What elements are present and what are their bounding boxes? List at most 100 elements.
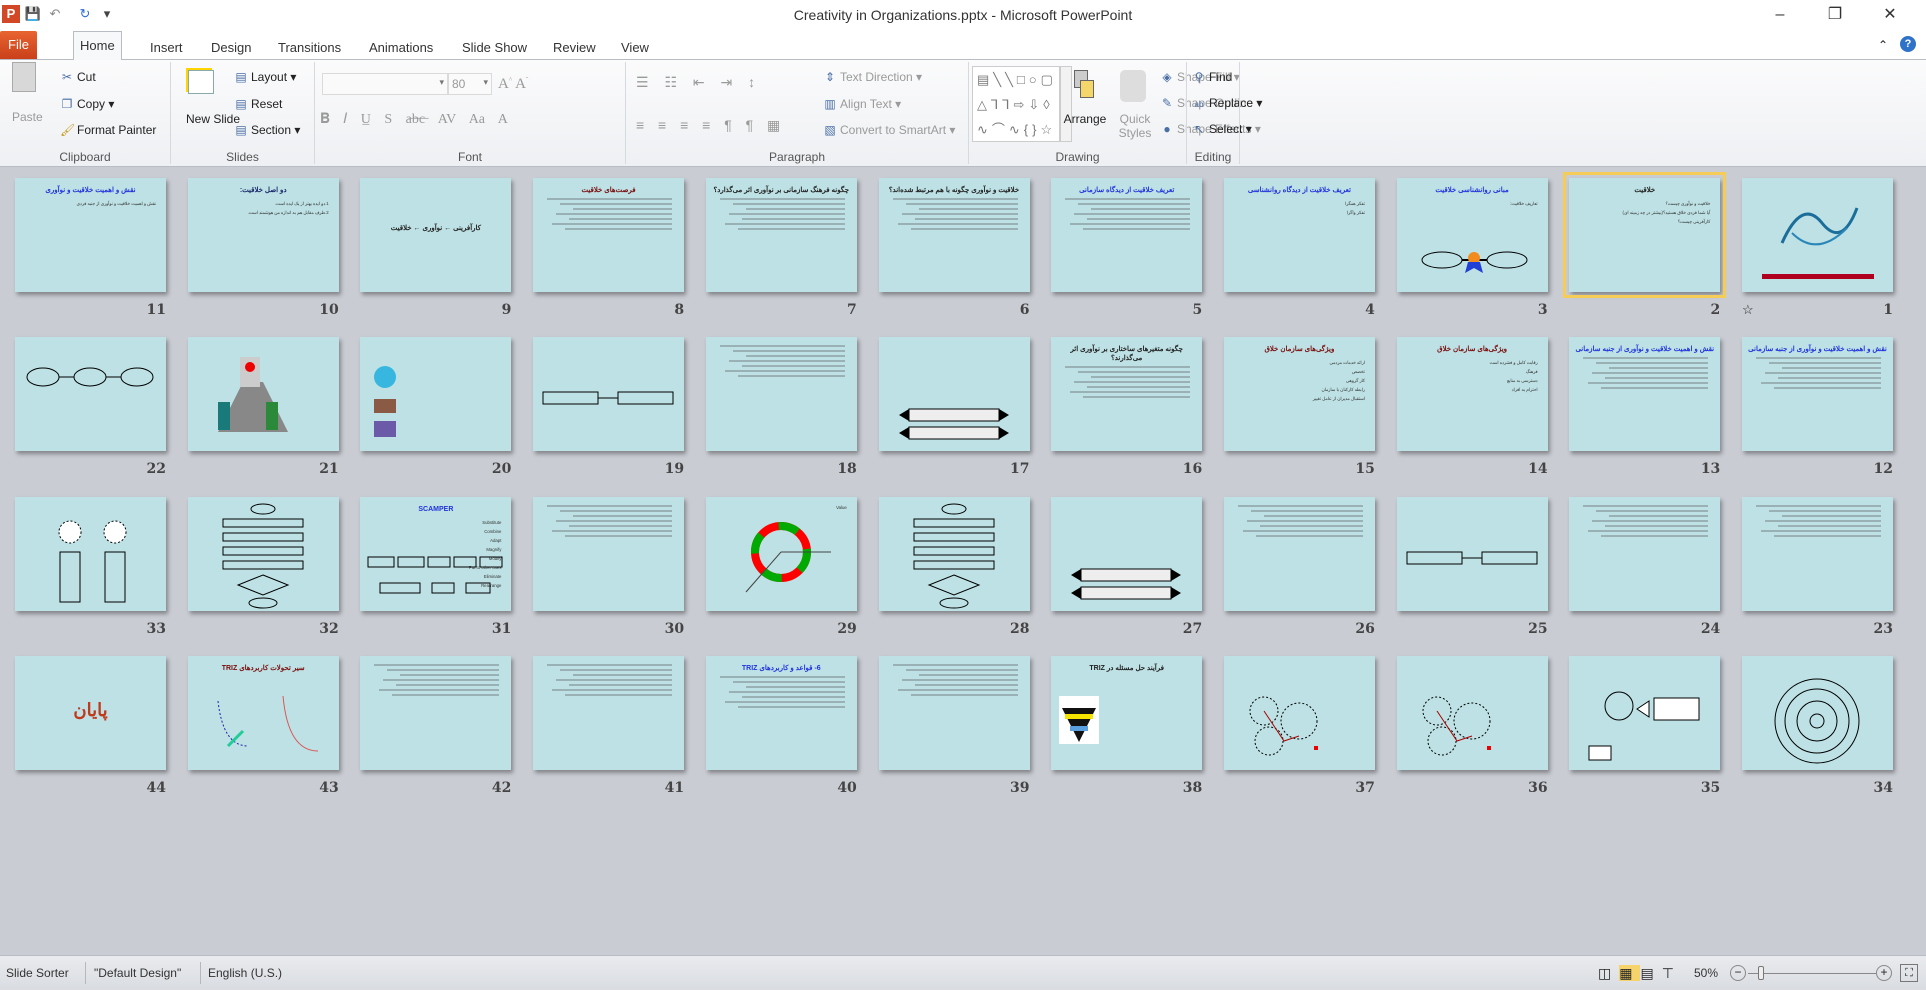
zoom-slider-thumb[interactable] [1758,966,1765,980]
slide-thumbnail-31[interactable]: SCAMPER Substitute Combine Adapt Magnify Modi… [360,496,512,611]
slide-thumbnail-35[interactable] [1569,656,1721,771]
find-button[interactable]: ⚲ Find [1192,70,1233,84]
slide-thumbnail-17[interactable] [878,337,1030,452]
tab-review[interactable]: Review [547,37,602,60]
slide-thumbnail-32[interactable] [187,496,339,611]
slide-thumbnail-2[interactable]: خلاقیت خلاقیت و نوآوری چیست؟ آیا شما فردی … [1563,172,1727,298]
tab-view[interactable]: View [615,37,655,60]
slide-thumbnail-22[interactable] [15,337,166,452]
select-button[interactable]: ↖ Select ▾ [1192,122,1252,136]
slide-thumbnail-23[interactable] [1742,496,1893,611]
slide-thumbnail-24[interactable] [1569,496,1721,611]
align-buttons[interactable]: ≡ ≡ ≡ ≡ ¶ ¶ ▦ [636,117,780,134]
format-painter-button[interactable]: 🖌 Format Painter [60,123,156,137]
slide-text-placeholder [741,365,845,368]
slide-thumbnail-4[interactable]: تعریف خلاقیت از دیدگاه روانشناسی تفکر همگ… [1223,178,1375,292]
slide-thumbnail-12[interactable]: نقش و اهمیت خلاقیت و نوآوری از جنبه سازم… [1742,337,1893,452]
restore-button[interactable]: ❐ [1815,4,1855,26]
quick-styles-icon[interactable] [1120,70,1146,102]
slide-thumbnail-19[interactable] [533,337,685,452]
slide-thumbnail-5[interactable]: تعریف خلاقیت از دیدگاه سازمانی [1051,178,1203,292]
tab-slide-show[interactable]: Slide Show [456,37,533,60]
zoom-level[interactable]: 50% [1694,966,1718,980]
slide-thumbnail-15[interactable]: ویژگی‌های سازمان خلاق ارائه خدمات مردمی تخ… [1223,337,1375,452]
slide-thumbnail-29[interactable]: Value [705,496,857,611]
slide-thumbnail-41[interactable] [533,656,685,771]
slide-thumbnail-6[interactable]: خلاقیت و نوآوری چگونه با هم مرتبط شده‌ان… [878,178,1030,292]
slide-thumbnail-13[interactable]: نقش و اهمیت خلاقیت و نوآوری از جنبه سازم… [1569,337,1721,452]
shapes-gallery[interactable]: ▤╲╲□○▢ △⅂⅂⇨⇩◊ ∿⌒∿{}☆ [972,66,1060,142]
convert-smartart-button[interactable]: ▧ Convert to SmartArt ▾ [823,123,955,137]
tab-insert[interactable]: Insert [144,37,189,60]
slide-thumbnail-40[interactable]: 6- قواعد و کاربردهای TRIZ [705,656,857,771]
fit-to-window-icon[interactable]: ⛶ [1900,964,1918,982]
font-name-input[interactable]: ▾ [322,73,448,95]
slide-thumbnail-1[interactable] [1742,178,1893,292]
slide-thumbnail-21[interactable] [187,337,339,452]
reading-view-icon[interactable]: ▤ [1640,965,1661,981]
theme-name[interactable]: "Default Design" [94,966,181,980]
text-direction-button[interactable]: ⇕ Text Direction ▾ [823,70,922,84]
cut-button[interactable]: ✂ Cut [60,70,96,84]
slide-thumbnail-42[interactable] [360,656,512,771]
slide-thumbnail-28[interactable] [878,496,1030,611]
slideshow-view-icon[interactable]: ⊤ [1662,965,1682,981]
slide-thumbnail-36[interactable] [1396,656,1548,771]
align-text-button[interactable]: ▥ Align Text ▾ [823,97,901,111]
arrange-button[interactable]: Arrange [1062,112,1108,126]
slide-thumbnail-33[interactable] [15,496,166,611]
slide-thumbnail-27[interactable] [1051,496,1203,611]
slide-thumbnail-7[interactable]: چگونه فرهنگ سازمانی بر نوآوری اثر می‌گذا… [705,178,857,292]
slide-thumbnail-11[interactable]: نقش و اهمیت خلاقیت و نوآوری نقش و اهمیت خ… [15,178,166,292]
slide-thumbnail-43[interactable]: سیر تحولات کاربردهای TRIZ [187,656,339,771]
close-button[interactable]: ✕ [1870,4,1910,26]
slide-thumbnail-10[interactable]: دو اصل خلاقیت: 1.دو ایده بهتر از یک ایده … [187,178,339,292]
new-slide-icon[interactable] [188,70,214,94]
zoom-slider[interactable] [1748,973,1876,974]
slide-text-placeholder [1756,357,1881,360]
slide-thumbnail-44[interactable]: پایان [15,656,166,771]
slide-thumbnail-9[interactable]: کارآفرینی ← نوآوری ← خلاقیت [360,178,512,292]
slide-sorter-view-icon[interactable]: ▦ [1619,965,1641,981]
tab-home[interactable]: Home [73,31,122,61]
grow-font-icon[interactable]: A^ Aˇ [498,76,528,93]
reset-button[interactable]: ▤ Reset [234,97,282,111]
slide-thumbnail-37[interactable] [1223,656,1375,771]
font-size-input[interactable]: 80 ▾ [448,73,492,95]
section-button[interactable]: ▤ Section ▾ [234,123,300,137]
copy-button[interactable]: ❐ Copy ▾ [60,97,115,111]
arrange-icon[interactable] [1068,70,1098,106]
slide-thumbnail-18[interactable] [705,337,857,452]
slide-thumbnail-34[interactable] [1742,656,1893,771]
minimize-button[interactable]: – [1760,4,1800,26]
quick-styles-button[interactable]: Quick Styles [1112,112,1158,140]
slide-thumbnail-16[interactable]: چگونه متغیرهای ساختاری بر نوآوری اثر می‌… [1051,337,1203,452]
slide-thumbnail-20[interactable] [360,337,512,452]
help-icon[interactable]: ? [1900,36,1916,52]
paste-icon[interactable] [12,62,36,92]
normal-view-icon[interactable]: ◫ [1598,965,1619,981]
paste-button[interactable]: Paste [12,110,43,124]
minimize-ribbon-icon[interactable]: ⌃ [1878,38,1888,52]
slide-thumbnail-39[interactable] [878,656,1030,771]
slide-thumbnail-30[interactable] [533,496,685,611]
tab-design[interactable]: Design [205,37,257,60]
new-slide-button[interactable]: New Slide [186,112,240,126]
replace-button[interactable]: ab Replace ▾ [1192,96,1263,110]
slide-thumbnail-38[interactable]: فرآیند حل مسئله در TRIZ [1051,656,1203,771]
tab-transitions[interactable]: Transitions [272,37,347,60]
zoom-in-button[interactable]: + [1876,965,1892,981]
language[interactable]: English (U.S.) [208,966,282,980]
tab-animations[interactable]: Animations [363,37,439,60]
slide-thumbnail-14[interactable]: ویژگی‌های سازمان خلاق رقابت کامل و فشرده … [1396,337,1548,452]
slide-thumbnail-3[interactable]: مبانی روانشناسی خلاقیت تعاریف خلاقیت: [1396,178,1548,292]
slide-sorter-area[interactable]: 1 ☆ خلاقیت خلاقیت و نوآوری چیست؟ آیا شما فرد… [0,167,1926,955]
list-buttons[interactable]: ☰ ☷ ⇤ ⇥ ↕ [636,74,755,91]
zoom-out-button[interactable]: − [1730,965,1746,981]
slide-thumbnail-25[interactable] [1396,496,1548,611]
slide-thumbnail-26[interactable] [1223,496,1375,611]
font-format-buttons[interactable]: 𝐁 𝐼 U̲ S a̶b̶c̶ AV Aa A [320,112,508,128]
slide-thumbnail-8[interactable]: فرصت‌های خلاقیت [533,178,685,292]
tab-file[interactable]: File [0,31,37,59]
layout-button[interactable]: ▤ Layout ▾ [234,70,296,84]
